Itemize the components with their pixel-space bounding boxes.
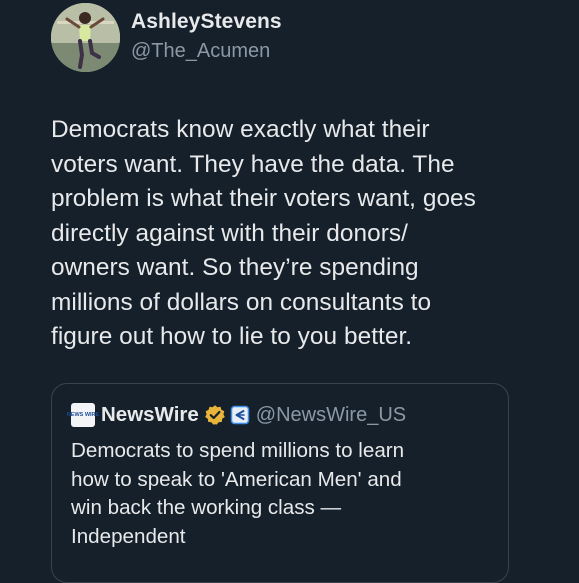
affiliate-icon	[230, 405, 250, 425]
quoted-tweet-card[interactable]: NEWS WIRE NewsWire @NewsWire_US Democrat…	[51, 383, 509, 583]
author-info: AshleyStevens @The_Acumen	[131, 8, 282, 65]
author-avatar[interactable]	[51, 3, 120, 72]
author-avatar-image	[51, 3, 120, 72]
quoted-author-handle[interactable]: @NewsWire_US	[256, 404, 406, 427]
tweet: AshleyStevens @The_Acumen Democrats know…	[0, 0, 579, 583]
gold-verified-badge-icon	[204, 405, 225, 425]
quoted-author-name[interactable]: NewsWire	[101, 403, 199, 427]
newswire-avatar[interactable]: NEWS WIRE	[67, 403, 99, 427]
author-display-name[interactable]: AshleyStevens	[131, 8, 282, 36]
quoted-tweet-text: Democrats to spend millions to learn how…	[71, 439, 405, 548]
quoted-tweet-header: NEWS WIRE NewsWire @NewsWire_US	[67, 402, 406, 428]
tweet-text: Democrats know exactly what their voters…	[51, 116, 476, 350]
newswire-avatar-text: NEWS WIRE	[66, 412, 100, 418]
author-handle[interactable]: @The_Acumen	[131, 37, 282, 65]
